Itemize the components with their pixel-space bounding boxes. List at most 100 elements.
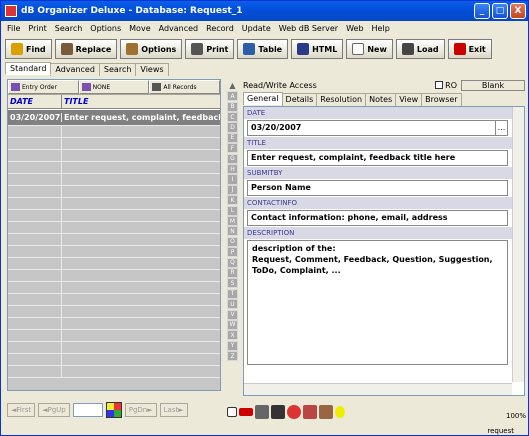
description-line: ToDo, Complaint, ... — [252, 266, 341, 275]
menu-help[interactable]: Help — [368, 24, 394, 33]
title-field[interactable]: Enter request, complaint, feedback title… — [247, 150, 508, 166]
tab-details[interactable]: Details — [281, 93, 318, 106]
options-button[interactable]: Options — [120, 39, 183, 59]
menu-web[interactable]: Web — [342, 24, 367, 33]
tab-advanced[interactable]: Advanced — [50, 63, 100, 76]
last-button[interactable]: Last ► — [159, 403, 188, 417]
alpha-z[interactable]: Z — [227, 351, 238, 362]
alpha-j[interactable]: J — [227, 184, 238, 195]
pgup-button[interactable]: ◄ PgUp — [38, 403, 70, 417]
table-row[interactable]: 03/20/2007 Enter request, complaint, fee… — [8, 110, 220, 126]
hint-icon[interactable] — [335, 406, 345, 418]
alpha-l[interactable]: L — [227, 205, 238, 216]
date-column-header[interactable]: DATE — [8, 95, 62, 108]
tab-search[interactable]: Search — [98, 63, 137, 76]
alpha-d[interactable]: D — [227, 122, 238, 133]
contactinfo-field[interactable]: Contact information: phone, email, addre… — [247, 210, 508, 226]
menu-file[interactable]: File — [3, 24, 24, 33]
exit-button[interactable]: Exit — [447, 39, 492, 59]
tab-notes[interactable]: Notes — [365, 93, 397, 106]
record-form: DATE 03/20/2007 ... TITLE Enter request,… — [243, 106, 525, 396]
print-button[interactable]: Print — [185, 39, 235, 59]
date-picker-button[interactable]: ... — [495, 121, 507, 135]
load-button[interactable]: Load — [395, 39, 445, 59]
tab-standard[interactable]: Standard — [5, 62, 52, 75]
print-record-icon[interactable] — [255, 405, 269, 419]
menu-advanced[interactable]: Advanced — [155, 24, 203, 33]
zoom-level: 100% — [506, 412, 527, 420]
back-arrow-icon[interactable] — [239, 408, 253, 416]
blank-button[interactable]: Blank — [461, 79, 525, 91]
alpha-u[interactable]: U — [227, 299, 238, 310]
new-button[interactable]: New — [346, 39, 393, 59]
ro-checkbox[interactable] — [435, 81, 444, 89]
alpha-q[interactable]: Q — [227, 257, 238, 268]
alpha-up-arrow-icon[interactable]: ▲ — [227, 79, 238, 91]
html-button[interactable]: HTML — [291, 39, 344, 59]
alpha-x[interactable]: X — [227, 330, 238, 341]
delete-icon[interactable] — [271, 405, 285, 419]
alpha-t[interactable]: T — [227, 288, 238, 299]
description-field[interactable]: description of the: Request, Comment, Fe… — [247, 240, 508, 365]
tab-general[interactable]: General — [243, 92, 283, 105]
alpha-i[interactable]: I — [227, 174, 238, 185]
menu-record[interactable]: Record — [202, 24, 238, 33]
alpha-f[interactable]: F — [227, 143, 238, 154]
empty-row — [8, 366, 220, 378]
menu-options[interactable]: Options — [86, 24, 125, 33]
tab-browser[interactable]: Browser — [421, 93, 462, 106]
menu-web-db-server[interactable]: Web dB Server — [275, 24, 342, 33]
first-button[interactable]: ◄ First — [7, 403, 36, 417]
alpha-s[interactable]: S — [227, 278, 238, 289]
record-number-input[interactable] — [72, 403, 103, 417]
app-window: dB Organizer Deluxe - Database: Request_… — [0, 0, 529, 436]
menu-search[interactable]: Search — [51, 24, 86, 33]
all-records-button[interactable]: All Records — [149, 80, 221, 94]
empty-row — [8, 198, 220, 210]
alpha-e[interactable]: E — [227, 132, 238, 143]
replace-button[interactable]: Replace — [54, 39, 118, 59]
alpha-n[interactable]: N — [227, 226, 238, 237]
pgdn-button[interactable]: PgDn ► — [124, 403, 157, 417]
date-field[interactable]: 03/20/2007 ... — [247, 120, 508, 136]
none-sort-button[interactable]: NONE — [78, 80, 150, 94]
title-column-header[interactable]: TITLE — [62, 95, 220, 108]
alpha-o[interactable]: O — [227, 236, 238, 247]
tab-view[interactable]: View — [395, 93, 423, 106]
maximize-button[interactable]: □ — [492, 3, 508, 19]
close-button[interactable]: X — [510, 3, 526, 19]
submitby-field[interactable]: Person Name — [247, 180, 508, 196]
navigation-bar: ◄ First ◄ PgUp PgDn ► Last ► — [7, 401, 221, 419]
menu-print[interactable]: Print — [24, 24, 50, 33]
ro-checkbox-group[interactable]: RO — [435, 81, 457, 90]
alpha-c[interactable]: C — [227, 112, 238, 123]
tab-resolution[interactable]: Resolution — [316, 93, 367, 106]
alpha-v[interactable]: V — [227, 309, 238, 320]
tab-views[interactable]: Views — [135, 63, 169, 76]
entry-order-button[interactable]: Entry Order — [8, 80, 79, 94]
menu-update[interactable]: Update — [238, 24, 275, 33]
horizontal-scrollbar[interactable] — [244, 383, 512, 395]
color-grid-icon[interactable] — [105, 402, 122, 418]
minimize-button[interactable]: _ — [474, 3, 490, 19]
alpha-b[interactable]: B — [227, 101, 238, 112]
alpha-g[interactable]: G — [227, 153, 238, 164]
table-button[interactable]: Table — [237, 39, 289, 59]
copy-record-icon[interactable] — [303, 405, 317, 419]
alpha-w[interactable]: W — [227, 319, 238, 330]
checkbox-icon[interactable] — [227, 407, 237, 417]
undo-icon[interactable] — [287, 405, 301, 419]
alpha-p[interactable]: P — [227, 247, 238, 258]
db-name: request — [487, 426, 514, 435]
alpha-h[interactable]: H — [227, 164, 238, 175]
alpha-y[interactable]: Y — [227, 340, 238, 351]
alpha-k[interactable]: K — [227, 195, 238, 206]
vertical-scrollbar[interactable] — [512, 107, 524, 382]
options-icon — [126, 43, 139, 55]
paste-record-icon[interactable] — [319, 405, 333, 419]
menu-move[interactable]: Move — [125, 24, 154, 33]
find-button[interactable]: Find — [5, 39, 52, 59]
alpha-m[interactable]: M — [227, 215, 238, 227]
alpha-a[interactable]: A — [227, 91, 238, 102]
alpha-r[interactable]: R — [227, 267, 238, 279]
